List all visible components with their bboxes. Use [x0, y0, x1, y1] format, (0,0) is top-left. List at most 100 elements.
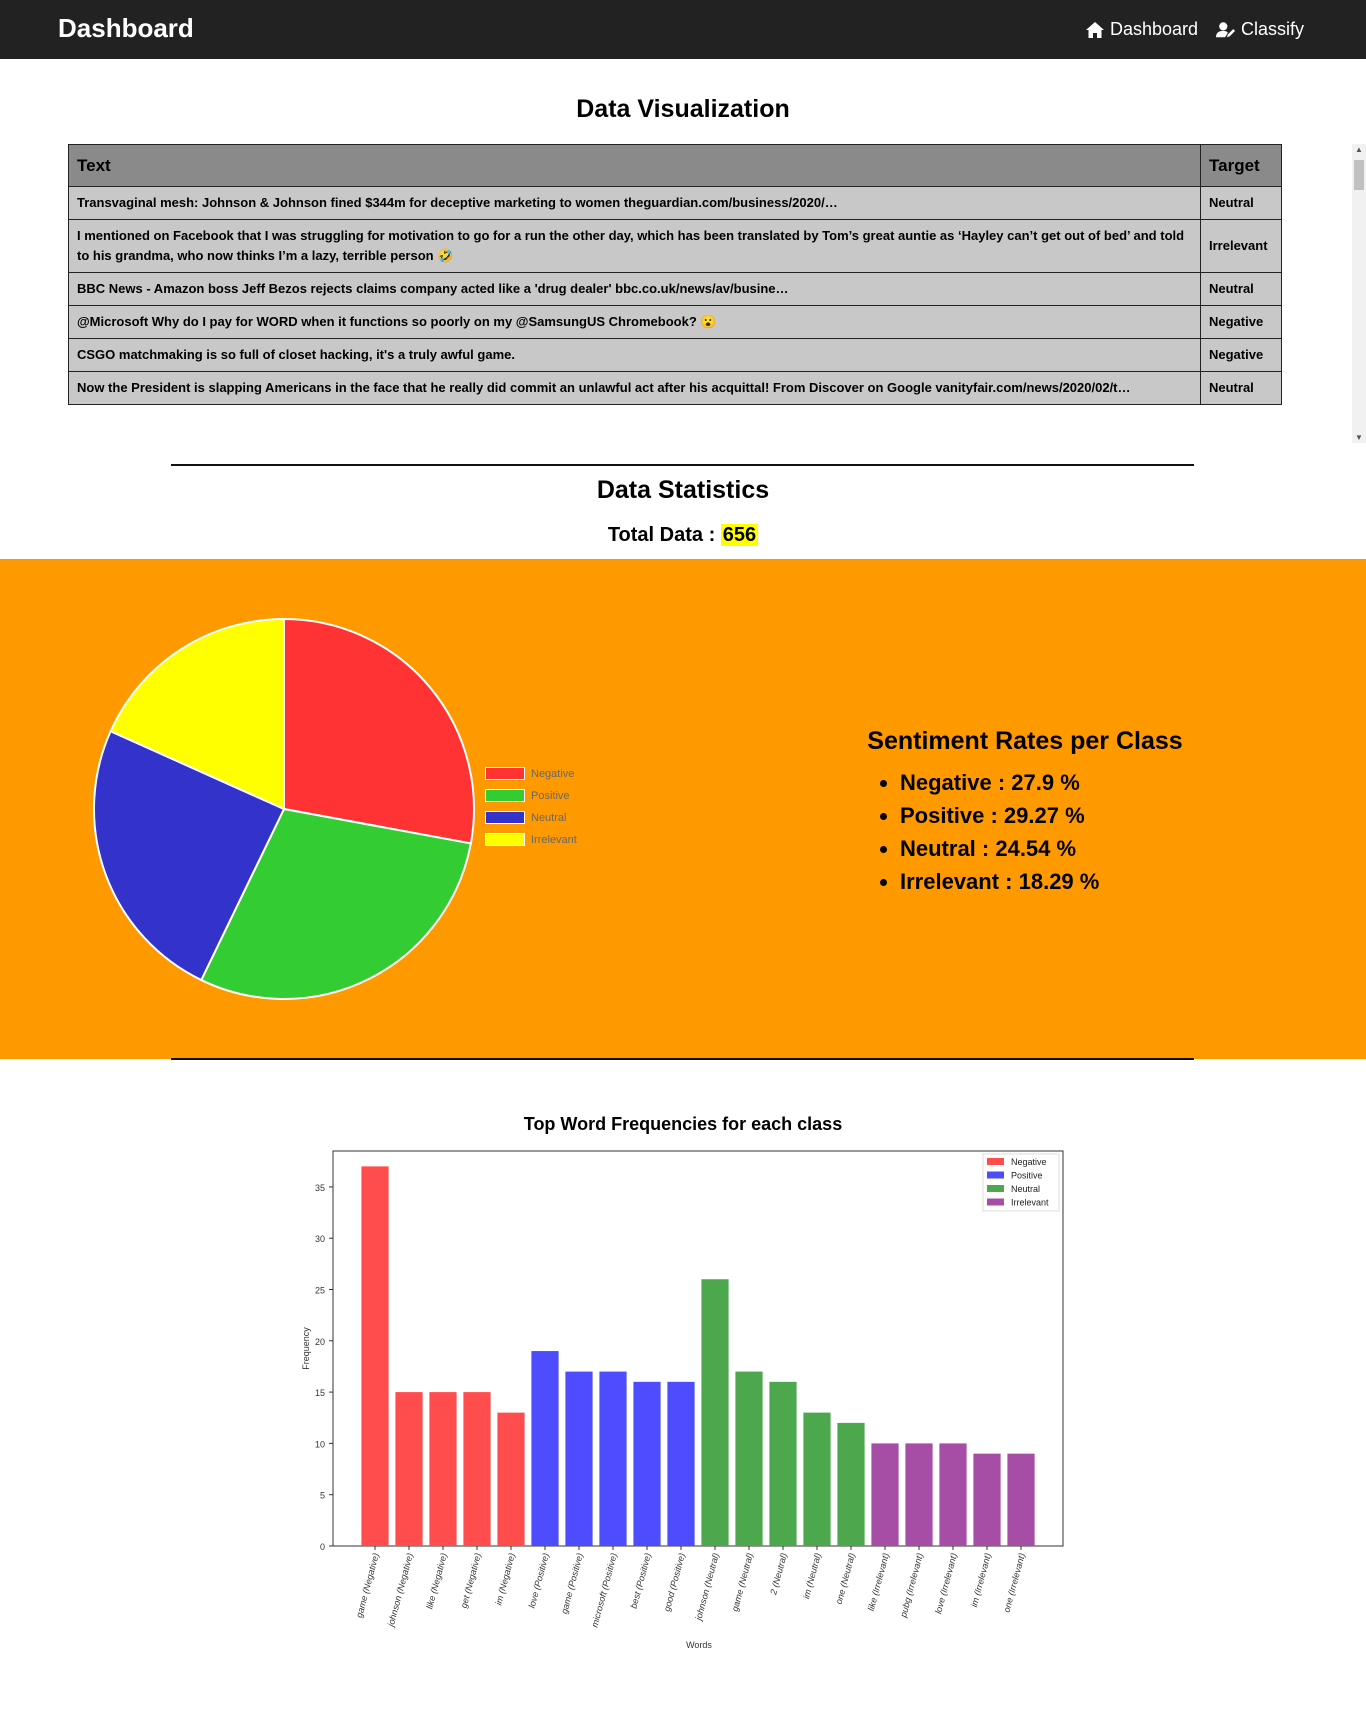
y-tick-label: 15	[315, 1388, 325, 1398]
x-tick-label: best (Positive)	[629, 1552, 653, 1610]
bar	[905, 1443, 933, 1546]
legend-label: Negative	[531, 767, 575, 780]
table-row: CSGO matchmaking is so full of closet ha…	[68, 338, 1282, 372]
pie-legend-item[interactable]: Irrelevant	[485, 833, 577, 846]
nav-dashboard-link[interactable]: Dashboard	[1085, 19, 1198, 40]
x-tick-label: love (Positive)	[527, 1552, 551, 1609]
legend-swatch	[485, 789, 525, 802]
legend-label: Positive	[1011, 1171, 1043, 1181]
viz-title: Data Visualization	[576, 95, 790, 123]
table-row: BBC News - Amazon boss Jeff Bezos reject…	[68, 272, 1282, 306]
y-tick-label: 35	[315, 1183, 325, 1193]
x-axis-label: Words	[686, 1640, 712, 1650]
bar	[837, 1422, 865, 1546]
pie-slice-negative	[283, 617, 475, 845]
cell-text: I mentioned on Facebook that I was strug…	[68, 219, 1201, 273]
x-tick-label: game (Neutral)	[730, 1552, 755, 1613]
pie-legend-item[interactable]: Negative	[485, 767, 574, 780]
pie-legend-item[interactable]: Neutral	[485, 811, 566, 824]
legend-label: Irrelevant	[1011, 1198, 1049, 1208]
bar	[667, 1381, 695, 1546]
x-tick-label: one (Neutral)	[834, 1552, 857, 1605]
cell-text: CSGO matchmaking is so full of closet ha…	[68, 338, 1201, 372]
data-table: Text Target Transvaginal mesh: Johnson &…	[68, 144, 1282, 405]
cell-text: Now the President is slapping Americans …	[68, 371, 1201, 405]
legend-swatch	[987, 1158, 1004, 1165]
bar	[973, 1453, 1001, 1546]
rate-item: Negative : 27.9 %	[900, 766, 1230, 799]
total-value: 656	[720, 524, 759, 546]
nav-classify-link[interactable]: Classify	[1216, 19, 1304, 40]
y-tick-label: 0	[320, 1542, 325, 1552]
navbar: Dashboard Dashboard Classify	[0, 0, 1366, 59]
x-tick-label: love (Irrelevant)	[933, 1552, 959, 1615]
cell-target: Neutral	[1200, 272, 1282, 306]
bar	[599, 1371, 627, 1546]
bar	[633, 1381, 661, 1546]
rates-title: Sentiment Rates per Class	[867, 727, 1183, 755]
pie-chart	[93, 617, 475, 1000]
legend-label: Positive	[531, 789, 570, 802]
x-tick-label: johnson (Negative)	[385, 1552, 414, 1629]
rate-item: Neutral : 24.54 %	[900, 832, 1230, 865]
legend-label: Negative	[1011, 1157, 1047, 1167]
x-tick-label: game (Positive)	[559, 1552, 585, 1615]
pie-legend-item[interactable]: Positive	[485, 789, 570, 802]
legend-swatch	[987, 1198, 1004, 1206]
bar	[769, 1381, 797, 1546]
rate-item: Positive : 29.27 %	[900, 799, 1230, 832]
data-table-container[interactable]: Text Target Transvaginal mesh: Johnson &…	[68, 144, 1366, 443]
user-edit-icon	[1216, 21, 1236, 37]
x-tick-label: im (Neutral)	[801, 1552, 823, 1600]
x-tick-label: like (Negative)	[424, 1552, 449, 1610]
scroll-down-arrow-icon[interactable]: ▼	[1355, 433, 1363, 442]
x-tick-label: like (Irrelevant)	[866, 1552, 891, 1612]
total-data: Total Data : 656	[0, 524, 1366, 547]
bar-chart-title: Top Word Frequencies for each class	[523, 1114, 843, 1134]
cell-target: Neutral	[1200, 186, 1282, 220]
y-tick-label: 30	[315, 1234, 325, 1244]
x-tick-label: game (Negative)	[354, 1552, 381, 1619]
cell-target: Neutral	[1200, 371, 1282, 405]
col-header-target: Target	[1200, 144, 1282, 187]
legend-label: Neutral	[1011, 1184, 1040, 1194]
x-tick-label: microsoft (Positive)	[589, 1552, 618, 1628]
cell-target: Negative	[1200, 305, 1282, 339]
divider	[171, 464, 1194, 466]
y-tick-label: 10	[315, 1439, 325, 1449]
bar	[395, 1392, 423, 1546]
legend-swatch	[485, 811, 525, 824]
bar-chart: 05101520253035game (Negative) johnson (Ne…	[301, 1150, 1064, 1650]
table-row: Transvaginal mesh: Johnson & Johnson fin…	[68, 186, 1282, 220]
bar	[939, 1443, 967, 1546]
table-scrollbar[interactable]: ▲ ▼	[1352, 144, 1366, 443]
bar	[531, 1351, 559, 1546]
scrollbar-thumb[interactable]	[1354, 160, 1364, 190]
table-row: Now the President is slapping Americans …	[68, 371, 1282, 405]
bar	[803, 1412, 831, 1546]
bar	[565, 1371, 593, 1546]
x-tick-label: 2 (Neutral)	[768, 1552, 789, 1597]
legend-label: Irrelevant	[531, 833, 577, 846]
bar	[429, 1392, 457, 1546]
x-tick-label: pubg (Irrelevant)	[898, 1552, 925, 1619]
table-row: @Microsoft Why do I pay for WORD when it…	[68, 305, 1282, 339]
legend-swatch	[485, 833, 525, 846]
cell-target: Irrelevant	[1200, 219, 1282, 273]
scroll-up-arrow-icon[interactable]: ▲	[1355, 145, 1363, 154]
x-tick-label: im (Irrelevant)	[969, 1552, 993, 1608]
table-row: I mentioned on Facebook that I was strug…	[68, 219, 1282, 273]
x-tick-label: get (Negative)	[459, 1552, 483, 1609]
cell-text: BBC News - Amazon boss Jeff Bezos reject…	[68, 272, 1201, 306]
cell-text: @Microsoft Why do I pay for WORD when it…	[68, 305, 1201, 339]
x-tick-label: johnson (Neutral)	[693, 1552, 721, 1622]
legend-swatch	[987, 1171, 1004, 1179]
brand[interactable]: Dashboard	[58, 13, 194, 44]
bar	[463, 1392, 491, 1546]
x-tick-label: good (Positive)	[662, 1552, 687, 1613]
bar	[361, 1166, 389, 1546]
cell-text: Transvaginal mesh: Johnson & Johnson fin…	[68, 186, 1201, 220]
stats-title: Data Statistics	[596, 476, 770, 504]
x-tick-label: im (Negative)	[493, 1552, 517, 1606]
col-header-text: Text	[68, 144, 1201, 187]
